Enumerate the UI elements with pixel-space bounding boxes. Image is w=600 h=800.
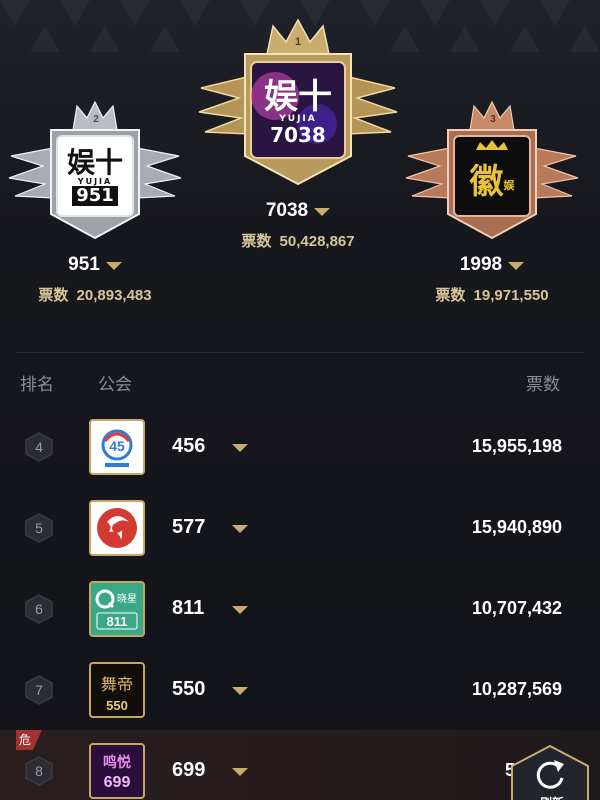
table-row[interactable]: 7 舞帝 550 550 10,287,569 <box>0 649 600 730</box>
svg-text:45: 45 <box>109 438 125 454</box>
guild-logo: 舞帝 550 <box>89 662 145 718</box>
third-votes-value: 19,971,550 <box>473 287 549 304</box>
third-place-number: 3 <box>490 114 496 125</box>
guild-name: 456 <box>172 435 206 457</box>
svg-text:晓星: 晓星 <box>117 593 137 605</box>
header-votes: 票数 <box>526 375 560 394</box>
first-place-number: 1 <box>294 36 302 48</box>
svg-text:699: 699 <box>104 774 131 791</box>
refresh-label: 刷新 <box>534 794 570 800</box>
table-row[interactable]: 5 577 15,940,890 <box>0 487 600 568</box>
first-guild-logo: 娱十 YUJIA 7038 <box>264 77 332 147</box>
podium-second[interactable]: 娱十 YUJIA 951 2 951 票数 20,893,483 <box>6 98 184 305</box>
danger-tag: 危 <box>16 730 42 750</box>
refresh-button[interactable]: 刷新 <box>508 742 592 800</box>
first-votes-label: 票数 <box>241 233 272 250</box>
second-guild-name: 951 <box>68 254 100 275</box>
chevron-down-icon[interactable] <box>232 606 248 614</box>
third-guild-logo: 徽 娱 <box>469 161 515 202</box>
second-guild-logo: 娱十 YUJIA 951 <box>66 145 123 206</box>
guild-votes: 15,940,890 <box>471 517 562 537</box>
first-votes-value: 50,428,867 <box>279 233 355 250</box>
rank-badge: 8 <box>24 756 54 786</box>
rank-badge: 4 <box>24 432 54 462</box>
guild-votes: 10,287,569 <box>471 679 562 699</box>
guild-logo: 鸣悦 699 <box>89 743 145 799</box>
guild-name: 699 <box>172 759 206 781</box>
svg-text:550: 550 <box>106 698 128 713</box>
third-votes-label: 票数 <box>435 287 466 304</box>
bronze-badge: 徽 娱 3 <box>404 98 580 244</box>
svg-text:811: 811 <box>107 614 128 629</box>
silver-badge: 娱十 YUJIA 951 2 <box>7 98 183 244</box>
gold-badge: 娱十 YUJIA 7038 1 <box>193 14 403 196</box>
svg-text:鸣悦: 鸣悦 <box>103 754 131 771</box>
rank-badge: 7 <box>24 675 54 705</box>
guild-ranking-screen: 娱十 YUJIA 7038 1 7038 票数 50,428,867 娱十 YU… <box>0 0 600 800</box>
chevron-down-icon[interactable] <box>314 208 331 216</box>
second-votes-label: 票数 <box>38 287 69 304</box>
podium-third[interactable]: 徽 娱 3 1998 票数 19,971,550 <box>400 98 584 305</box>
rank-badge: 5 <box>24 513 54 543</box>
table-row[interactable]: 6 晓星 811 811 10,707,432 <box>0 568 600 649</box>
chevron-down-icon[interactable] <box>232 768 248 776</box>
chevron-down-icon[interactable] <box>232 687 248 695</box>
guild-logo: 45 <box>89 419 145 475</box>
chevron-down-icon[interactable] <box>105 262 122 270</box>
table-header: 排名 公会 票数 <box>0 368 600 394</box>
header-rank: 排名 <box>20 375 54 394</box>
guild-name: 811 <box>172 597 205 619</box>
header-guild: 公会 <box>98 375 132 394</box>
divider <box>16 352 584 353</box>
guild-votes: 15,955,198 <box>471 436 562 456</box>
rank-badge: 6 <box>24 594 54 624</box>
first-guild-name: 7038 <box>265 200 309 221</box>
guild-name: 550 <box>172 678 206 700</box>
svg-text:舞帝: 舞帝 <box>101 675 133 694</box>
podium-first[interactable]: 娱十 YUJIA 7038 1 7038 票数 50,428,867 <box>190 14 406 251</box>
guild-votes: 10,707,432 <box>471 598 562 618</box>
second-place-number: 2 <box>93 114 99 125</box>
chevron-down-icon[interactable] <box>508 262 525 270</box>
chevron-down-icon[interactable] <box>232 525 248 533</box>
chevron-down-icon[interactable] <box>232 444 248 452</box>
guild-logo: 晓星 811 <box>89 581 145 637</box>
table-row[interactable]: 4 45 456 15,955,198 <box>0 406 600 487</box>
third-guild-name: 1998 <box>459 254 503 275</box>
guild-logo <box>89 500 145 556</box>
second-votes-value: 20,893,483 <box>76 287 152 304</box>
guild-name: 577 <box>172 516 206 538</box>
